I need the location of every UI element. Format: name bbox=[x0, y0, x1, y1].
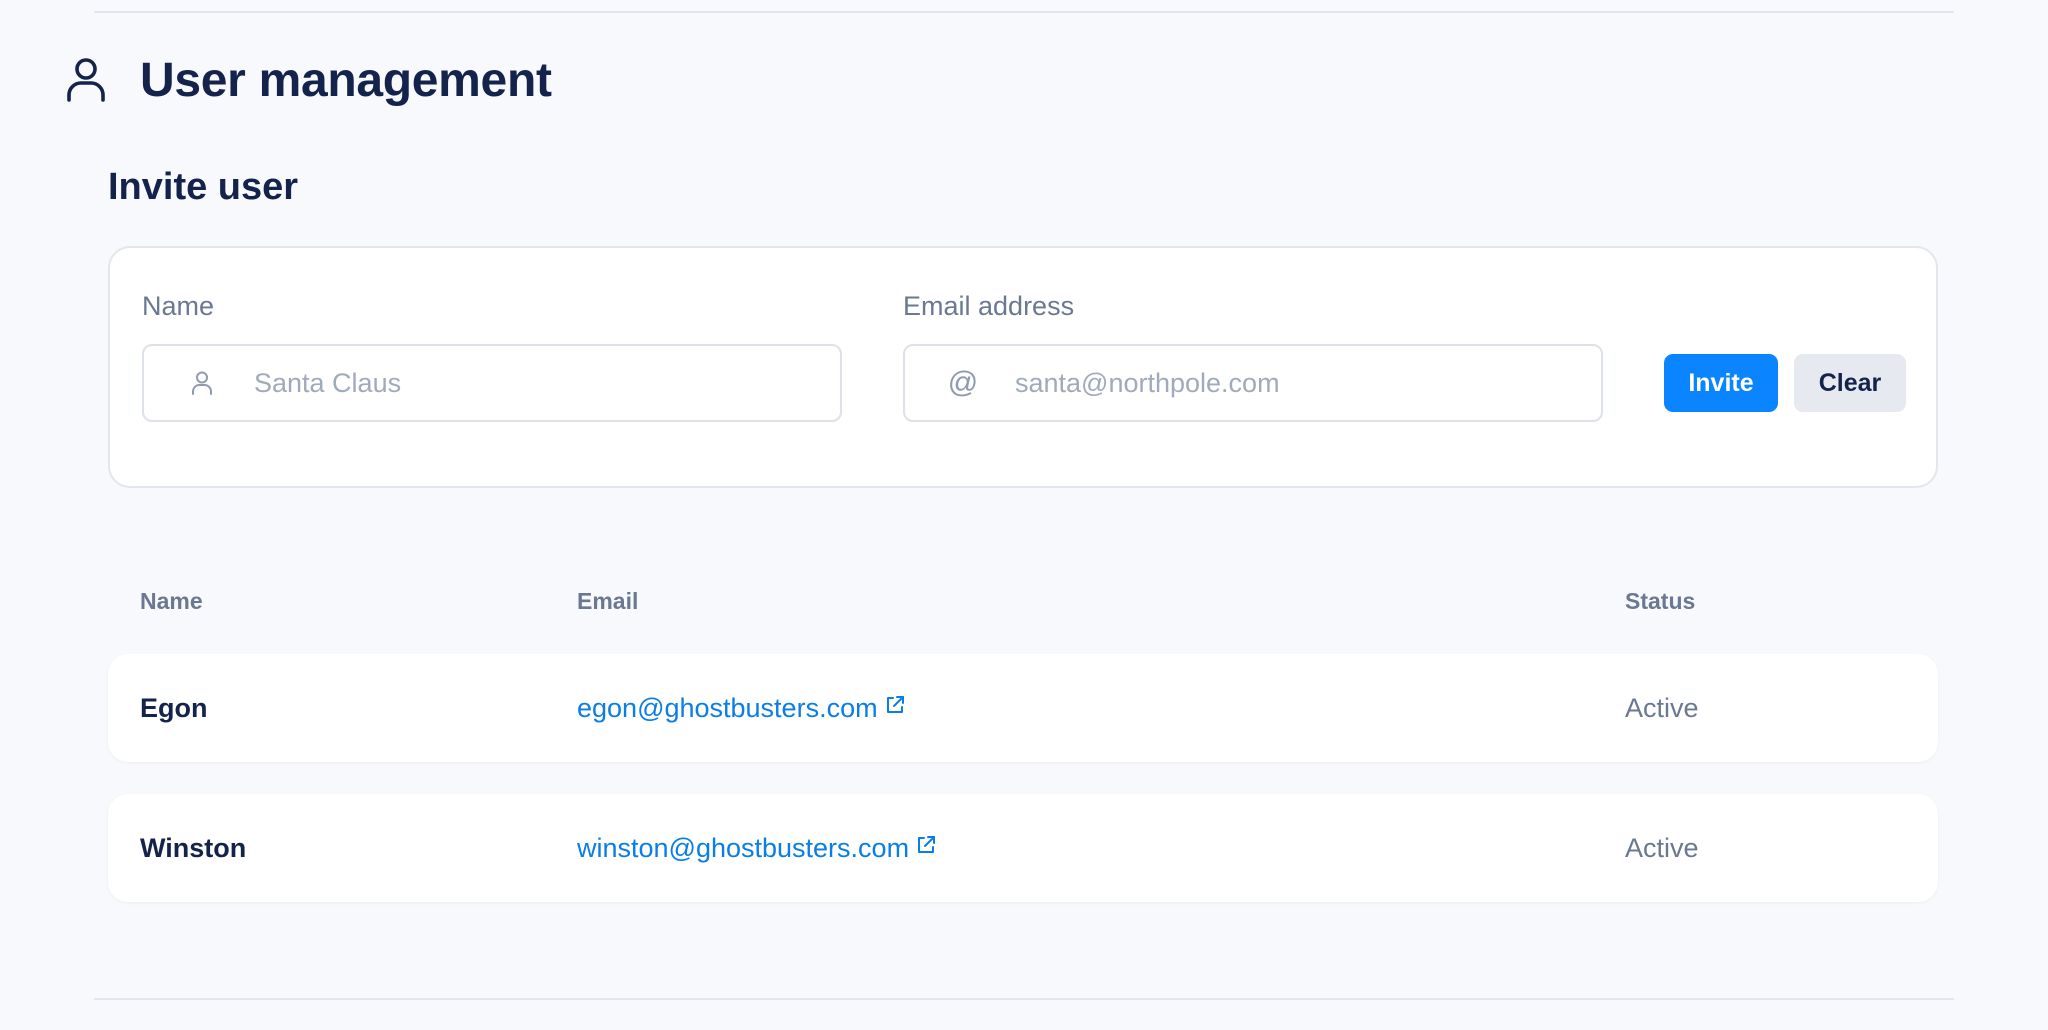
invite-user-card: Name Email address @ Invite Clear bbox=[108, 246, 1938, 488]
user-email-link[interactable]: egon@ghostbusters.com bbox=[577, 654, 878, 762]
external-link-icon[interactable] bbox=[916, 835, 936, 855]
column-header-name: Name bbox=[140, 588, 203, 614]
invite-section-title: Invite user bbox=[108, 166, 299, 208]
top-divider bbox=[94, 11, 1954, 13]
at-sign-icon: @ bbox=[947, 366, 979, 399]
name-field-label: Name bbox=[142, 291, 215, 321]
column-header-email: Email bbox=[577, 588, 639, 614]
name-input[interactable] bbox=[252, 366, 816, 400]
user-name: Egon bbox=[140, 693, 208, 723]
table-row: Egon egon@ghostbusters.com Active bbox=[108, 654, 1938, 762]
user-email-cell: winston@ghostbusters.com bbox=[577, 794, 936, 902]
name-field-group: Name bbox=[142, 290, 842, 422]
user-name: Winston bbox=[140, 833, 247, 863]
email-field-group: Email address @ bbox=[903, 290, 1603, 422]
page-title: User management bbox=[140, 53, 552, 107]
user-icon bbox=[62, 56, 110, 104]
table-row: Winston winston@ghostbusters.com Active bbox=[108, 794, 1938, 902]
bottom-divider bbox=[94, 998, 1954, 1000]
page-header: User management bbox=[62, 48, 552, 112]
email-input[interactable] bbox=[1013, 366, 1577, 400]
user-status: Active bbox=[1625, 833, 1699, 863]
users-table-header: Name Email Status bbox=[108, 588, 1938, 618]
invite-button[interactable]: Invite bbox=[1664, 354, 1778, 412]
user-email-cell: egon@ghostbusters.com bbox=[577, 654, 905, 762]
clear-button[interactable]: Clear bbox=[1794, 354, 1906, 412]
email-input-wrapper[interactable]: @ bbox=[903, 344, 1603, 422]
user-email-link[interactable]: winston@ghostbusters.com bbox=[577, 794, 909, 902]
user-icon bbox=[182, 370, 222, 396]
email-field-label: Email address bbox=[903, 291, 1075, 321]
column-header-status: Status bbox=[1625, 588, 1696, 614]
external-link-icon[interactable] bbox=[885, 695, 905, 715]
user-status: Active bbox=[1625, 693, 1699, 723]
name-input-wrapper[interactable] bbox=[142, 344, 842, 422]
